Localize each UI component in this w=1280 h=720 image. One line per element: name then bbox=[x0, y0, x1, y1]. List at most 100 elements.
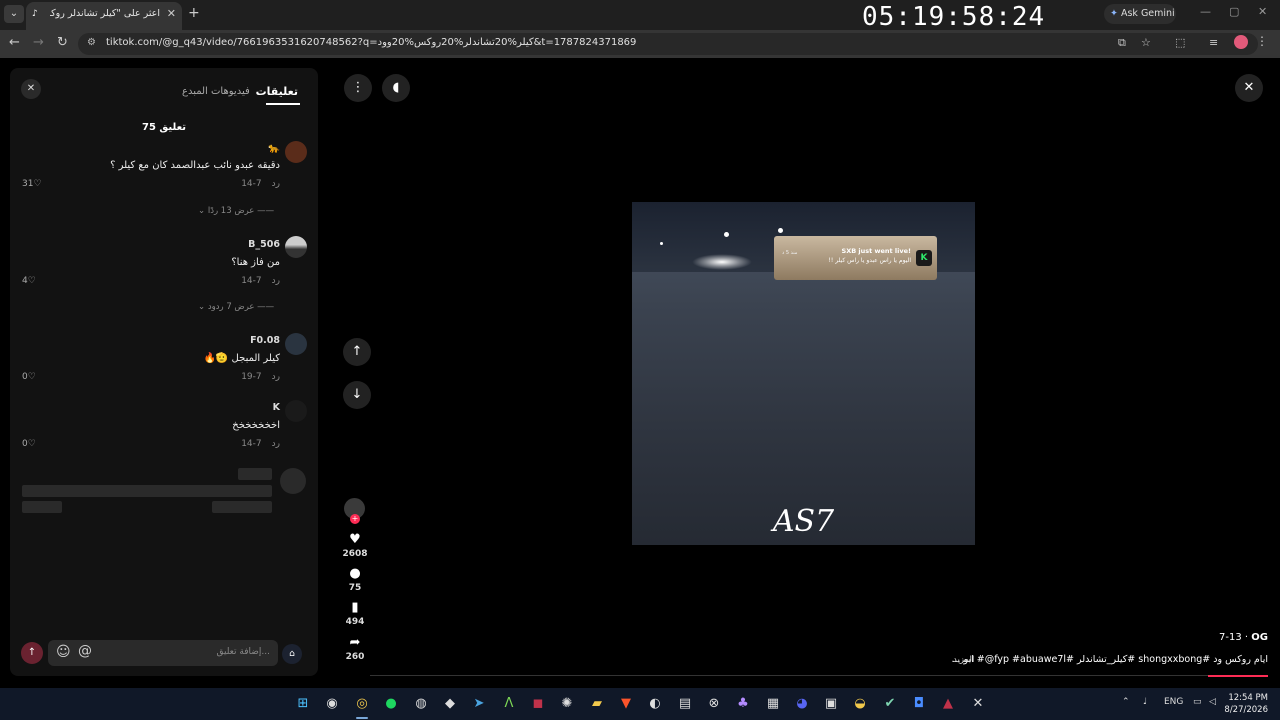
comment-avatar[interactable] bbox=[285, 333, 307, 355]
chrome-icon[interactable]: ◎ bbox=[353, 695, 371, 713]
kick-app-icon[interactable]: ◆ bbox=[441, 695, 459, 713]
bookmark-icon[interactable]: ▮ bbox=[340, 600, 370, 615]
tab-comments[interactable]: تعليقات bbox=[256, 85, 298, 98]
volume-icon[interactable]: ◖ bbox=[382, 74, 410, 102]
reading-list-icon[interactable]: ≡ bbox=[1209, 36, 1218, 49]
save-action[interactable]: ▮ 494 bbox=[340, 600, 370, 627]
app-icon[interactable]: ▦ bbox=[764, 695, 782, 713]
app-icon[interactable]: ◒ bbox=[851, 695, 869, 713]
video-progress-track[interactable] bbox=[370, 675, 1268, 676]
xbox-icon[interactable]: ⊗ bbox=[705, 695, 723, 713]
app-icon[interactable]: ◘ bbox=[910, 695, 928, 713]
comment-input[interactable]: ☺ @ إضافة تعليق... bbox=[48, 640, 278, 666]
back-icon[interactable]: ← bbox=[9, 35, 20, 50]
comment-bubble-icon[interactable]: ● bbox=[340, 566, 370, 581]
maximize-icon[interactable]: ▢ bbox=[1229, 5, 1239, 18]
brave-icon[interactable]: ▼ bbox=[617, 695, 635, 713]
language-indicator[interactable]: ENG bbox=[1164, 697, 1183, 707]
profile-avatar[interactable] bbox=[1234, 35, 1248, 49]
forward-icon[interactable]: → bbox=[33, 35, 44, 50]
window-close-icon[interactable]: ✕ bbox=[1258, 5, 1267, 18]
reload-icon[interactable]: ↻ bbox=[57, 35, 68, 50]
share-action[interactable]: ➦ 260 bbox=[340, 635, 370, 662]
app-icon[interactable]: ◼ bbox=[529, 695, 547, 713]
share-arrow-icon[interactable]: ➦ bbox=[340, 635, 370, 650]
app-icon[interactable]: Λ bbox=[500, 695, 518, 713]
more-options-icon[interactable]: ⋮ bbox=[344, 74, 372, 102]
app-icon[interactable]: ✺ bbox=[558, 695, 576, 713]
comment-avatar[interactable] bbox=[285, 236, 307, 258]
tab-search-chevron-icon[interactable]: ⌄ bbox=[4, 5, 24, 23]
video-author[interactable]: 7-13 · OG bbox=[1219, 632, 1268, 643]
file-explorer-icon[interactable]: ▰ bbox=[588, 695, 606, 713]
browser-tab[interactable]: ♪ اعثر على "كيلر تشاندلر روكس ✕ bbox=[26, 2, 182, 30]
previous-video-icon[interactable]: ↑ bbox=[343, 338, 371, 366]
comment-avatar[interactable] bbox=[285, 400, 307, 422]
comment-like[interactable]: 31♡ bbox=[22, 179, 42, 189]
app-icon[interactable]: ▲ bbox=[939, 695, 957, 713]
follow-plus-icon[interactable]: + bbox=[350, 514, 360, 524]
minimize-icon[interactable]: — bbox=[1200, 5, 1211, 18]
tab-close-icon[interactable]: ✕ bbox=[167, 7, 176, 20]
see-more-link[interactable]: المزيد bbox=[953, 655, 974, 665]
app-icon[interactable]: ✔ bbox=[881, 695, 899, 713]
heart-icon[interactable]: ♡ bbox=[33, 179, 41, 189]
reply-button[interactable]: رد bbox=[272, 179, 280, 189]
volume-tray-icon[interactable]: ◁ bbox=[1209, 697, 1216, 707]
install-app-icon[interactable]: ⧉ bbox=[1118, 36, 1126, 50]
heart-icon[interactable]: ♡ bbox=[28, 276, 36, 286]
app-icon[interactable]: ▤ bbox=[676, 695, 694, 713]
reply-button[interactable]: رد bbox=[272, 439, 280, 449]
windows-start-icon[interactable]: ⊞ bbox=[294, 695, 312, 713]
heart-icon[interactable]: ♡ bbox=[28, 372, 36, 382]
emoji-icon[interactable]: ☺ bbox=[56, 644, 71, 660]
tab-creator-videos[interactable]: فيديوهات المبدع bbox=[182, 86, 250, 97]
browser-menu-icon[interactable]: ⋮ bbox=[1256, 34, 1268, 48]
next-video-icon[interactable]: ↓ bbox=[343, 381, 371, 409]
tray-chevron-icon[interactable]: ⌃ bbox=[1122, 697, 1130, 707]
panel-close-icon[interactable]: ✕ bbox=[21, 79, 41, 99]
view-replies-button[interactable]: ⌄ عرض 7 ردود —— bbox=[198, 302, 274, 312]
app-icon[interactable]: ♣ bbox=[734, 695, 752, 713]
microphone-icon[interactable]: ♩ bbox=[1143, 697, 1147, 707]
spotify-icon[interactable]: ● bbox=[382, 695, 400, 713]
heart-icon[interactable]: ♡ bbox=[28, 439, 36, 449]
comment-username[interactable]: F0.08 bbox=[250, 335, 280, 346]
post-comment-button[interactable]: ↑ bbox=[21, 642, 43, 664]
mention-icon[interactable]: @ bbox=[78, 643, 92, 659]
active-app-indicator bbox=[356, 717, 368, 719]
telegram-icon[interactable]: ➤ bbox=[470, 695, 488, 713]
app-icon[interactable]: ▣ bbox=[822, 695, 840, 713]
url-field[interactable]: ⚙ tiktok.com/@g_q43/video/76619635316207… bbox=[78, 33, 1258, 55]
comment-action[interactable]: ● 75 bbox=[340, 566, 370, 593]
ask-gemini-button[interactable]: ✦ Ask Gemini bbox=[1104, 4, 1176, 24]
bookmark-star-icon[interactable]: ☆ bbox=[1141, 36, 1151, 49]
comment-avatar[interactable] bbox=[285, 141, 307, 163]
comment-like[interactable]: 4♡ bbox=[22, 276, 36, 286]
close-video-icon[interactable]: ✕ bbox=[1235, 74, 1263, 102]
new-tab-icon[interactable]: + bbox=[188, 5, 200, 21]
obs-icon[interactable]: ◍ bbox=[412, 695, 430, 713]
view-replies-button[interactable]: ⌄ عرض 13 ردًا —— bbox=[198, 206, 274, 216]
comment-username[interactable]: 🐆 bbox=[268, 143, 280, 154]
comment-username[interactable]: K bbox=[273, 402, 280, 413]
author-name[interactable]: OG bbox=[1251, 632, 1268, 643]
video-headlights bbox=[692, 254, 752, 270]
comment-username[interactable]: B_506 bbox=[248, 239, 280, 250]
extensions-icon[interactable]: ⬚ bbox=[1175, 36, 1185, 49]
site-info-icon[interactable]: ⚙ bbox=[87, 37, 96, 48]
reply-button[interactable]: رد bbox=[272, 372, 280, 382]
app-icon[interactable]: ✕ bbox=[969, 695, 987, 713]
comment-like[interactable]: 0♡ bbox=[22, 372, 36, 382]
heart-icon[interactable]: ♥ bbox=[340, 532, 370, 547]
system-clock[interactable]: 12:54 PM 8/27/2026 bbox=[1224, 692, 1268, 716]
comment-like[interactable]: 0♡ bbox=[22, 439, 36, 449]
my-avatar[interactable]: ⌂ bbox=[282, 644, 302, 664]
discord-icon[interactable]: ◕ bbox=[793, 695, 811, 713]
app-icon[interactable]: ◐ bbox=[646, 695, 664, 713]
reply-button[interactable]: رد bbox=[272, 276, 280, 286]
video-player[interactable]: منذ 5 د SXB just went live! اليوم يا راس… bbox=[632, 202, 975, 545]
steam-icon[interactable]: ◉ bbox=[323, 695, 341, 713]
network-icon[interactable]: ▭ bbox=[1193, 697, 1202, 707]
like-action[interactable]: ♥ 2608 bbox=[340, 532, 370, 559]
